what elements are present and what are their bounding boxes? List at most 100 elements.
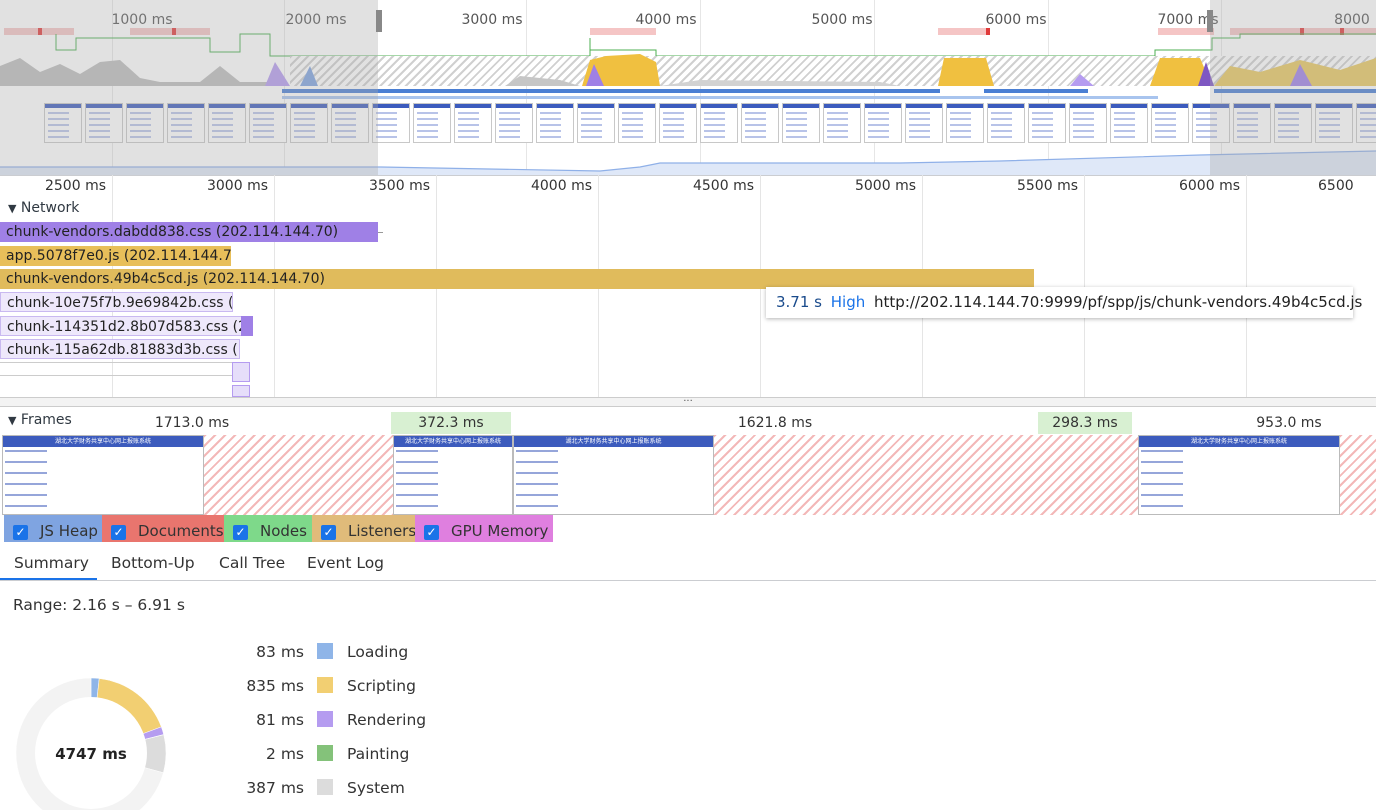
filmstrip-thumbnail xyxy=(700,103,738,143)
legend-documents[interactable]: ✓ Documents xyxy=(102,515,224,542)
summary-value: 387 ms xyxy=(246,779,304,797)
request-label: app.5078f7e0.js (202.114.144.70) xyxy=(6,248,231,264)
ruler-tick: 6500 xyxy=(1318,178,1354,194)
frame-duration[interactable]: 953.0 ms xyxy=(1246,412,1332,434)
summary-label: Loading xyxy=(347,643,409,661)
tooltip-time: 3.71 s xyxy=(776,293,822,311)
selection-left-handle[interactable] xyxy=(376,10,382,32)
filmstrip-thumbnail xyxy=(946,103,984,143)
triangle-down-icon: ▼ xyxy=(8,414,17,427)
tooltip-url: http://202.114.144.70:9999/pf/spp/js/chu… xyxy=(874,293,1363,311)
legend-label: JS Heap xyxy=(40,522,98,540)
request-receiving xyxy=(241,316,253,336)
frame-dropped xyxy=(714,435,1138,515)
summary-label: System xyxy=(347,779,405,797)
network-request[interactable]: chunk-114351d2.8b07d583.css (2… xyxy=(0,316,244,336)
legend-label: Listeners xyxy=(348,522,415,540)
details-tabbar: Summary Bottom-Up Call Tree Event Log xyxy=(0,542,1376,581)
legend-gpu-memory[interactable]: ✓ GPU Memory xyxy=(415,515,553,542)
summary-label: Painting xyxy=(347,745,410,763)
tab-call-tree[interactable]: Call Tree xyxy=(219,542,285,580)
frames-section-header[interactable]: ▼ Frames xyxy=(8,412,72,428)
summary-range: Range: 2.16 s – 6.91 s xyxy=(13,596,185,614)
network-request[interactable]: chunk-vendors.49b4c5cd.js (202.114.144.7… xyxy=(0,269,1034,289)
request-whisker xyxy=(378,232,383,233)
frame-duration[interactable]: 1621.8 ms xyxy=(700,412,850,434)
selection-right-handle[interactable] xyxy=(1207,10,1213,32)
net-overview-bar xyxy=(984,89,1088,93)
overview-tick: 6000 ms xyxy=(985,12,1047,28)
tooltip-priority: High xyxy=(830,293,866,311)
ruler-tick: 4000 ms xyxy=(530,178,592,194)
filmstrip-thumbnail xyxy=(536,103,574,143)
network-request[interactable] xyxy=(0,362,232,376)
overview-tick: 4000 ms xyxy=(635,12,697,28)
legend-js-heap[interactable]: ✓ JS Heap xyxy=(4,515,102,542)
time-ruler: 2500 ms 3000 ms 3500 ms 4000 ms 4500 ms … xyxy=(0,175,1376,197)
network-request[interactable]: chunk-vendors.dabdd838.css (202.114.144.… xyxy=(0,222,378,242)
legend-label: GPU Memory xyxy=(451,522,549,540)
frame-screenshot[interactable]: 湖北大学财务共享中心网上报账系统 xyxy=(2,435,204,515)
filmstrip-thumbnail xyxy=(905,103,943,143)
frame-duration[interactable]: 372.3 ms xyxy=(391,412,511,434)
ruler-tick: 2500 ms xyxy=(44,178,106,194)
checkbox-checked-icon[interactable]: ✓ xyxy=(13,525,28,540)
summary-value: 835 ms xyxy=(246,677,304,695)
frame-duration[interactable]: 1713.0 ms xyxy=(112,412,272,434)
ruler-tick: 5000 ms xyxy=(854,178,916,194)
filmstrip-thumbnail xyxy=(618,103,656,143)
frame-duration[interactable]: 298.3 ms xyxy=(1038,412,1132,434)
checkbox-checked-icon[interactable]: ✓ xyxy=(111,525,126,540)
filmstrip-thumbnail xyxy=(413,103,451,143)
ruler-tick: 3000 ms xyxy=(206,178,268,194)
network-resize-handle[interactable]: ... xyxy=(0,394,1376,407)
filmstrip-thumbnail xyxy=(1110,103,1148,143)
network-tooltip: 3.71 s High http://202.114.144.70:9999/p… xyxy=(766,287,1362,318)
screenshot-header: 湖北大学财务共享中心网上报账系统 xyxy=(1139,436,1339,447)
summary-value: 83 ms xyxy=(256,643,304,661)
screenshot-header: 湖北大学财务共享中心网上报账系统 xyxy=(3,436,203,447)
tab-event-log[interactable]: Event Log xyxy=(307,542,384,580)
network-section-header[interactable]: ▼ Network xyxy=(8,200,79,216)
net-overview-bar xyxy=(282,89,940,93)
timeline-overview[interactable]: 1000 ms 2000 ms 3000 ms 4000 ms 5000 ms … xyxy=(0,0,1376,176)
frame-screenshot[interactable]: 湖北大学财务共享中心网上报账系统 xyxy=(393,435,513,515)
summary-label: Rendering xyxy=(347,711,427,729)
ruler-tick: 3500 ms xyxy=(368,178,430,194)
request-label: chunk-115a62db.81883d3b.css (… xyxy=(7,342,240,358)
request-label: chunk-vendors.49b4c5cd.js (202.114.144.7… xyxy=(6,271,325,287)
swatch-painting xyxy=(317,745,333,761)
network-request[interactable] xyxy=(232,362,250,382)
network-request[interactable]: chunk-115a62db.81883d3b.css (… xyxy=(0,339,240,359)
summary-value: 81 ms xyxy=(256,711,304,729)
checkbox-checked-icon[interactable]: ✓ xyxy=(321,525,336,540)
request-label: chunk-vendors.dabdd838.css (202.114.144.… xyxy=(6,224,339,240)
filmstrip-thumbnail xyxy=(782,103,820,143)
request-label: chunk-114351d2.8b07d583.css (2… xyxy=(7,319,244,335)
summary-total: 4747 ms xyxy=(55,745,127,763)
network-title: Network xyxy=(20,200,80,216)
filmstrip-thumbnail xyxy=(1151,103,1189,143)
checkbox-checked-icon[interactable]: ✓ xyxy=(233,525,248,540)
summary-value: 2 ms xyxy=(266,745,304,763)
tab-summary[interactable]: Summary xyxy=(0,542,97,580)
filmstrip-thumbnail xyxy=(495,103,533,143)
ruler-tick: 6000 ms xyxy=(1178,178,1240,194)
network-request[interactable] xyxy=(232,385,250,397)
swatch-scripting xyxy=(317,677,333,693)
legend-nodes[interactable]: ✓ Nodes xyxy=(224,515,312,542)
filmstrip-thumbnail xyxy=(577,103,615,143)
frame-screenshot[interactable]: 湖北大学财务共享中心网上报账系统 xyxy=(1138,435,1340,515)
checkbox-checked-icon[interactable]: ✓ xyxy=(424,525,439,540)
frame-dropped xyxy=(204,435,393,515)
screenshot-header: 湖北大学财务共享中心网上报账系统 xyxy=(394,436,512,447)
legend-label: Documents xyxy=(138,522,224,540)
network-request[interactable]: app.5078f7e0.js (202.114.144.70) xyxy=(0,246,231,266)
legend-listeners[interactable]: ✓ Listeners xyxy=(312,515,415,542)
tab-bottom-up[interactable]: Bottom-Up xyxy=(111,542,195,580)
net-overview-bar xyxy=(282,96,1158,99)
network-request[interactable]: chunk-10e75f7b.9e69842b.css (… xyxy=(0,292,233,312)
more-indicator: ... xyxy=(683,393,693,404)
summary-donut: 4747 ms xyxy=(15,677,167,810)
frame-screenshot[interactable]: 湖北大学财务共享中心网上报账系统 xyxy=(513,435,714,515)
